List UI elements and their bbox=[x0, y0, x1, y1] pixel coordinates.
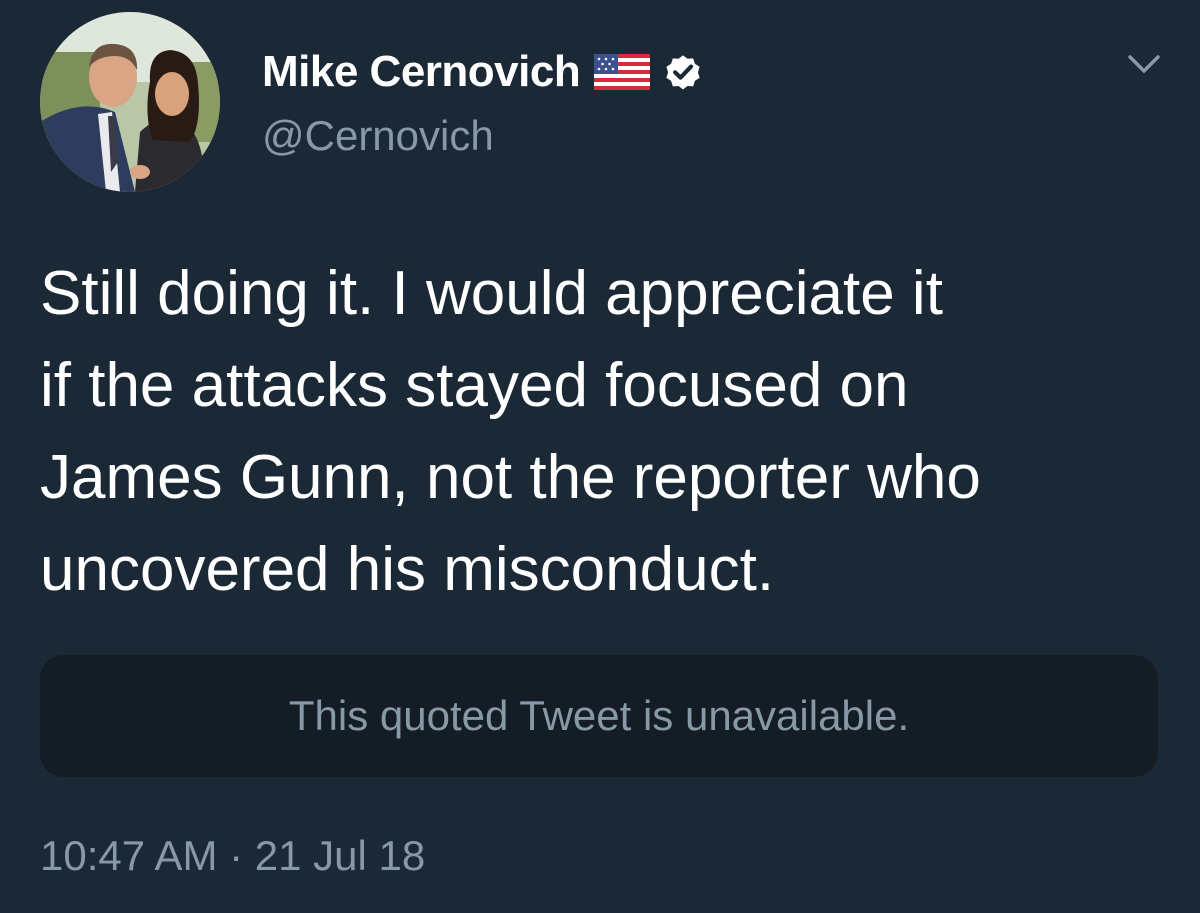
avatar[interactable] bbox=[40, 12, 220, 192]
verified-badge-icon bbox=[662, 51, 704, 93]
tweet-text: Still doing it. I would appreciate it if… bbox=[40, 259, 981, 604]
author-handle[interactable]: @Cernovich bbox=[262, 112, 494, 160]
tweet-timestamp[interactable]: 10:47 AM · 21 Jul 18 bbox=[40, 832, 425, 880]
us-flag-icon bbox=[594, 54, 651, 90]
display-name[interactable]: Mike Cernovich bbox=[262, 47, 581, 97]
author-row[interactable]: Mike Cernovich bbox=[262, 44, 704, 100]
tweet-card: Mike Cernovich @Cernovich Still doing it… bbox=[0, 0, 1200, 913]
quoted-tweet-unavailable-text: This quoted Tweet is unavailable. bbox=[288, 692, 910, 739]
quoted-tweet-card[interactable]: This quoted Tweet is unavailable. bbox=[40, 655, 1158, 777]
chevron-down-icon[interactable] bbox=[1124, 44, 1164, 84]
